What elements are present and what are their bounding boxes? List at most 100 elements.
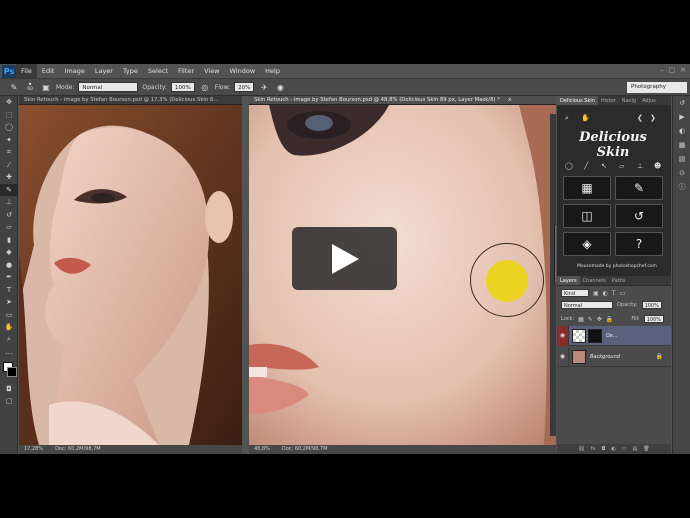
lasso-tool-icon[interactable]: ◯ — [0, 121, 18, 134]
pen-tool-icon[interactable]: ✒ — [0, 271, 18, 284]
menu-file[interactable]: File — [16, 64, 37, 78]
stamp-icon[interactable]: ⊥ — [637, 162, 643, 170]
mode-select[interactable]: Normal — [78, 82, 139, 92]
quick-mask-icon[interactable]: ◘ — [0, 383, 18, 396]
video-play-button[interactable] — [292, 227, 397, 290]
tab-adjustments[interactable]: Adjus — [639, 96, 659, 105]
menu-type[interactable]: Type — [118, 64, 143, 78]
info-dock-icon[interactable]: ⓘ — [673, 180, 690, 194]
brush-preset-picker[interactable]: • 60 — [24, 81, 36, 93]
flow-field[interactable]: 20% — [234, 82, 255, 92]
brush-small-icon[interactable]: ╱ — [584, 162, 588, 170]
brush-tool-icon[interactable]: ✎ — [0, 183, 18, 196]
zoom-level-2[interactable]: 48,8% — [254, 445, 270, 454]
layers-icon[interactable]: ◈ — [563, 232, 611, 256]
calculator-icon[interactable]: ▦ — [563, 176, 611, 200]
arrow-icon[interactable]: ↖ — [601, 162, 607, 170]
stamp-tool-icon[interactable]: ⊥ — [0, 196, 18, 209]
more-tools-icon[interactable]: … — [0, 346, 18, 359]
properties-dock-icon[interactable]: ▤ — [673, 152, 690, 166]
add-mask-icon[interactable]: ◘ — [601, 446, 605, 452]
airbrush-icon[interactable]: ✈ — [258, 81, 270, 93]
brush-panel-icon[interactable]: ▣ — [40, 81, 52, 93]
fx-icon[interactable]: fx — [591, 446, 596, 452]
brush-icon[interactable]: ✎ — [615, 176, 663, 200]
person-icon[interactable]: ☻ — [654, 162, 661, 170]
layer-opacity-field[interactable]: 100% — [641, 301, 662, 309]
tab-history[interactable]: Histor — [598, 96, 619, 105]
eraser-icon[interactable]: ▱ — [619, 162, 624, 170]
tab-layers[interactable]: Layers — [557, 276, 580, 285]
close-icon[interactable]: ✕ — [680, 66, 686, 74]
visibility-eye-icon[interactable]: ◉ — [557, 325, 569, 346]
filter-type-icon[interactable]: T — [612, 290, 616, 297]
filter-adjust-icon[interactable]: ◐ — [603, 290, 608, 297]
filter-shape-icon[interactable]: ▭ — [620, 290, 626, 297]
menu-help[interactable]: Help — [260, 64, 285, 78]
blur-tool-icon[interactable]: ◆ — [0, 246, 18, 259]
next-icon[interactable]: ❯ — [650, 114, 656, 122]
scroll-thumb[interactable] — [554, 224, 556, 284]
close-tab-icon[interactable]: × — [508, 97, 512, 103]
delete-layer-icon[interactable]: 🗑 — [643, 446, 649, 452]
path-select-tool-icon[interactable]: ➤ — [0, 296, 18, 309]
layer-row-background[interactable]: ◉ Background 🔒 — [557, 346, 671, 367]
compare-icon[interactable]: ◫ — [563, 204, 611, 228]
filter-pixel-icon[interactable]: ▣ — [593, 290, 599, 297]
dodge-tool-icon[interactable]: ● — [0, 259, 18, 272]
gradient-tool-icon[interactable]: ▮ — [0, 234, 18, 247]
tab-paths[interactable]: Paths — [609, 276, 629, 285]
tab-navigator[interactable]: Navig — [619, 96, 639, 105]
history-icon[interactable]: ↺ — [615, 204, 663, 228]
layer-row-delicious[interactable]: ◉ De... — [557, 325, 671, 346]
zoom-tool-icon[interactable]: ⌕ — [0, 334, 18, 347]
link-layers-icon[interactable]: ⛓ — [578, 446, 584, 452]
color-swatches[interactable] — [0, 359, 17, 383]
play-dock-icon[interactable]: ▶ — [673, 110, 690, 124]
pressure-size-icon[interactable]: ◉ — [274, 81, 286, 93]
canvas-1[interactable] — [19, 105, 242, 445]
type-tool-icon[interactable]: T — [0, 284, 18, 297]
quick-select-tool-icon[interactable]: ✦ — [0, 134, 18, 147]
tab-delicious-skin[interactable]: Delicious Skin — [557, 96, 598, 105]
lock-all-icon[interactable]: 🔒 — [606, 316, 613, 323]
layer-name[interactable]: De... — [606, 333, 618, 339]
lock-paint-icon[interactable]: ✎ — [588, 316, 593, 323]
history-dock-icon[interactable]: ↺ — [673, 96, 690, 110]
menu-layer[interactable]: Layer — [90, 64, 118, 78]
pressure-opacity-icon[interactable]: ◎ — [199, 81, 211, 93]
workspace-select[interactable]: Photography — [627, 82, 687, 93]
search-icon[interactable]: ⌕ — [565, 114, 569, 123]
maximize-icon[interactable]: □ — [669, 66, 676, 74]
hand-tool-icon[interactable]: ✋ — [0, 321, 18, 334]
menu-edit[interactable]: Edit — [37, 64, 60, 78]
adjustments-dock-icon[interactable]: ⊙ — [673, 166, 690, 180]
menu-image[interactable]: Image — [59, 64, 89, 78]
color-dock-icon[interactable]: ◐ — [673, 124, 690, 138]
doc-tab-2[interactable]: Skin Retouch - image by Stefan Bourson.p… — [249, 96, 556, 105]
tab-channels[interactable]: Channels — [580, 276, 609, 285]
menu-view[interactable]: View — [199, 64, 224, 78]
eraser-tool-icon[interactable]: ▱ — [0, 221, 18, 234]
fill-field[interactable]: 100% — [643, 315, 664, 323]
adjustment-layer-icon[interactable]: ◐ — [611, 446, 615, 452]
menu-filter[interactable]: Filter — [173, 64, 199, 78]
minimize-icon[interactable]: – — [660, 66, 664, 74]
history-brush-tool-icon[interactable]: ↺ — [0, 209, 18, 222]
zoom-level-1[interactable]: 17,28% — [24, 445, 43, 454]
brush-tool-icon[interactable]: ✎ — [8, 81, 20, 93]
crop-tool-icon[interactable]: ⌗ — [0, 146, 18, 159]
eyedropper-tool-icon[interactable]: ⁄ — [0, 159, 18, 172]
screen-mode-icon[interactable]: ▢ — [0, 395, 18, 408]
visibility-eye-icon[interactable]: ◉ — [557, 346, 569, 367]
new-layer-icon[interactable]: ▤ — [633, 446, 638, 452]
layer-mask-thumbnail[interactable] — [588, 328, 602, 343]
help-icon[interactable]: ? — [615, 232, 663, 256]
lasso-icon[interactable]: ◯ — [565, 162, 573, 170]
menu-window[interactable]: Window — [225, 64, 261, 78]
doc-tab-1[interactable]: Skin Retouch - image by Stefan Bourson.p… — [19, 96, 242, 105]
move-tool-icon[interactable]: ✥ — [0, 96, 18, 109]
vertical-scrollbar[interactable] — [550, 114, 556, 436]
marquee-tool-icon[interactable]: ⬚ — [0, 109, 18, 122]
opacity-field[interactable]: 100% — [171, 82, 195, 92]
